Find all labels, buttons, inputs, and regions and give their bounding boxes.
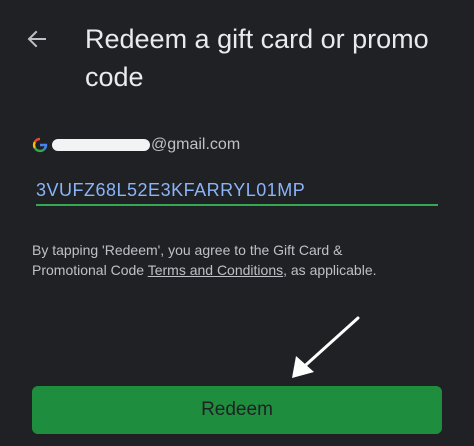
arrow-left-icon — [27, 30, 46, 48]
page-title: Redeem a gift card or promo code — [85, 24, 429, 92]
terms-and-conditions-link[interactable]: Terms and Conditions — [148, 262, 283, 278]
terms-text: By tapping 'Redeem', you agree to the Gi… — [32, 240, 412, 280]
pointer-arrow-icon — [292, 316, 360, 378]
email-domain: @gmail.com — [151, 136, 241, 153]
promo-code-input[interactable] — [36, 176, 438, 206]
account-row: @gmail.com — [32, 134, 240, 156]
terms-suffix: , as applicable. — [283, 262, 377, 278]
back-button[interactable] — [20, 22, 54, 56]
google-g-icon — [32, 137, 48, 153]
redeem-button[interactable]: Redeem — [32, 386, 442, 434]
redacted-email-user — [52, 139, 150, 151]
